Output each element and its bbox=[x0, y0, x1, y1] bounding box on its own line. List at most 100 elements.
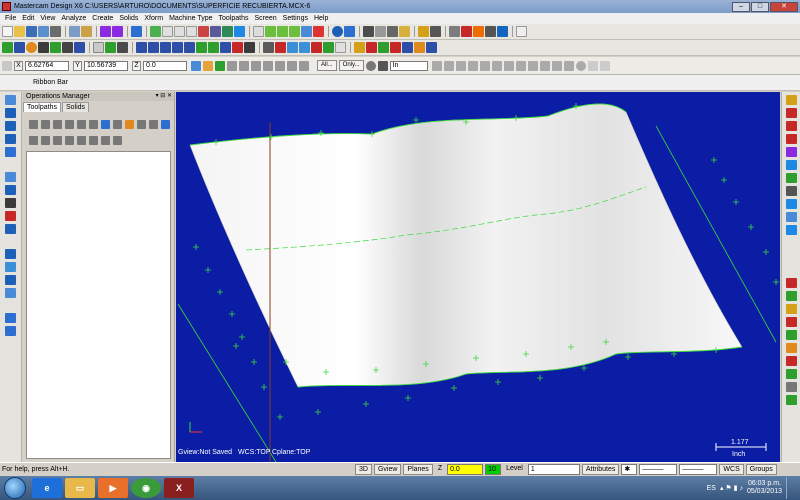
solid-2-icon[interactable] bbox=[5, 262, 16, 272]
toolpath-4-icon[interactable] bbox=[5, 134, 16, 144]
internet-explorer-icon[interactable]: e bbox=[32, 478, 62, 498]
face-select-icon[interactable] bbox=[515, 60, 526, 71]
menu-xform[interactable]: Xform bbox=[141, 15, 166, 22]
solid-3-icon[interactable] bbox=[5, 275, 16, 285]
menu-machine-type[interactable]: Machine Type bbox=[166, 15, 215, 22]
toolpath-1-icon[interactable] bbox=[5, 95, 16, 105]
delete-icon[interactable] bbox=[263, 42, 274, 53]
right-tool-8-icon[interactable] bbox=[786, 186, 797, 196]
select-dirty-ops-icon[interactable] bbox=[41, 119, 50, 129]
right-tool-10-icon[interactable] bbox=[786, 212, 797, 222]
lighting-icon[interactable] bbox=[399, 26, 410, 37]
tray-icons[interactable]: ▴ ⚑ ▮ ♪ bbox=[720, 484, 743, 492]
tool-1-icon[interactable] bbox=[449, 26, 460, 37]
right-tool-4-icon[interactable] bbox=[786, 134, 797, 144]
right-tool-18-icon[interactable] bbox=[786, 356, 797, 366]
loop-select-icon[interactable] bbox=[551, 60, 562, 71]
file-explorer-icon[interactable]: ▭ bbox=[65, 478, 95, 498]
surface-1-icon[interactable] bbox=[5, 172, 16, 182]
level-field[interactable]: 1 bbox=[527, 464, 580, 475]
properties-icon[interactable] bbox=[335, 42, 346, 53]
regenerate-all-icon[interactable] bbox=[53, 119, 62, 129]
spline-icon[interactable] bbox=[62, 42, 73, 53]
surface-4-icon[interactable] bbox=[5, 211, 16, 221]
line-width-field[interactable]: ——— bbox=[679, 464, 718, 475]
x-coord-button[interactable]: X bbox=[14, 60, 23, 71]
mastercam-taskbar-icon[interactable]: X bbox=[164, 478, 194, 498]
zoom-out-icon[interactable] bbox=[186, 26, 197, 37]
language-indicator[interactable]: ES bbox=[707, 485, 716, 492]
wcs-button[interactable]: WCS bbox=[719, 464, 744, 475]
copy-icon[interactable] bbox=[81, 26, 92, 37]
right-tool-5-icon[interactable] bbox=[786, 147, 797, 157]
globe-icon[interactable] bbox=[332, 26, 343, 37]
right-tool-20-icon[interactable] bbox=[786, 382, 797, 392]
translate-icon[interactable] bbox=[172, 42, 183, 53]
edge-select-icon[interactable] bbox=[527, 60, 538, 71]
toolpath-2-icon[interactable] bbox=[5, 108, 16, 118]
right-tool-2-icon[interactable] bbox=[786, 108, 797, 118]
snap-2-icon[interactable] bbox=[239, 60, 249, 71]
body-select-icon[interactable] bbox=[539, 60, 550, 71]
fillet-icon[interactable] bbox=[38, 42, 49, 53]
x-coord-field[interactable]: 6.62764 bbox=[25, 60, 69, 71]
tool-2-icon[interactable] bbox=[461, 26, 472, 37]
tool-3-icon[interactable] bbox=[473, 26, 484, 37]
groups-button[interactable]: Groups bbox=[745, 464, 777, 475]
blend-icon[interactable] bbox=[234, 26, 245, 37]
arc-icon[interactable] bbox=[26, 42, 37, 53]
minimize-button[interactable]: – bbox=[732, 1, 750, 12]
array-icon[interactable] bbox=[208, 42, 219, 53]
shaded-icon[interactable] bbox=[387, 26, 398, 37]
chamfer-icon[interactable] bbox=[50, 42, 61, 53]
right-tool-1-icon[interactable] bbox=[786, 95, 797, 105]
right-tool-16-icon[interactable] bbox=[786, 330, 797, 340]
options-icon[interactable] bbox=[587, 60, 598, 71]
scale-icon[interactable] bbox=[160, 42, 171, 53]
cut-icon[interactable] bbox=[69, 26, 80, 37]
save-as-icon[interactable] bbox=[38, 26, 49, 37]
rotate-icon[interactable] bbox=[148, 42, 159, 53]
planes-button[interactable]: Planes bbox=[403, 464, 433, 475]
select-only-button[interactable]: Only... bbox=[338, 60, 364, 71]
solid-extrude-icon[interactable] bbox=[354, 42, 365, 53]
line-icon[interactable] bbox=[14, 42, 25, 53]
rectangle-icon[interactable] bbox=[74, 42, 85, 53]
maximize-button[interactable]: □ bbox=[751, 1, 769, 12]
repaint-icon[interactable] bbox=[150, 26, 161, 37]
more-icon[interactable] bbox=[599, 60, 610, 71]
new-file-icon[interactable] bbox=[2, 26, 13, 37]
move-down-icon[interactable] bbox=[65, 135, 74, 145]
menu-edit[interactable]: Edit bbox=[19, 15, 37, 22]
high-speed-icon[interactable] bbox=[125, 119, 134, 129]
right-tool-11-icon[interactable] bbox=[786, 225, 797, 235]
simulate-icon[interactable] bbox=[101, 119, 110, 129]
undelete-icon[interactable] bbox=[275, 42, 286, 53]
help-ops-icon[interactable] bbox=[161, 119, 170, 129]
show-desktop-button[interactable] bbox=[786, 477, 796, 499]
tab-toolpaths[interactable]: Toolpaths bbox=[23, 102, 61, 112]
right-tool-3-icon[interactable] bbox=[786, 121, 797, 131]
toolpath-3-icon[interactable] bbox=[5, 121, 16, 131]
view-dynamic-icon[interactable] bbox=[301, 26, 312, 37]
menu-solids[interactable]: Solids bbox=[116, 15, 141, 22]
z-coord-field[interactable]: 0.0 bbox=[143, 60, 187, 71]
help-icon[interactable] bbox=[516, 26, 527, 37]
snap-5-icon[interactable] bbox=[275, 60, 285, 71]
surface-3-icon[interactable] bbox=[5, 198, 16, 208]
redo-icon[interactable] bbox=[112, 26, 123, 37]
tool-4-icon[interactable] bbox=[485, 26, 496, 37]
area-select-icon[interactable] bbox=[479, 60, 490, 71]
view-iso-icon[interactable] bbox=[289, 26, 300, 37]
save-icon[interactable] bbox=[26, 26, 37, 37]
menu-create[interactable]: Create bbox=[89, 15, 116, 22]
single-select-icon[interactable] bbox=[491, 60, 502, 71]
drafting-2-icon[interactable] bbox=[5, 326, 16, 336]
solid-1-icon[interactable] bbox=[5, 249, 16, 259]
right-tool-6-icon[interactable] bbox=[786, 160, 797, 170]
fit-icon[interactable] bbox=[131, 26, 142, 37]
solid-sweep-icon[interactable] bbox=[378, 42, 389, 53]
z-depth-field[interactable]: 0.0 bbox=[447, 464, 484, 475]
menu-file[interactable]: File bbox=[2, 15, 19, 22]
selection-mode-select[interactable]: In bbox=[389, 60, 428, 71]
